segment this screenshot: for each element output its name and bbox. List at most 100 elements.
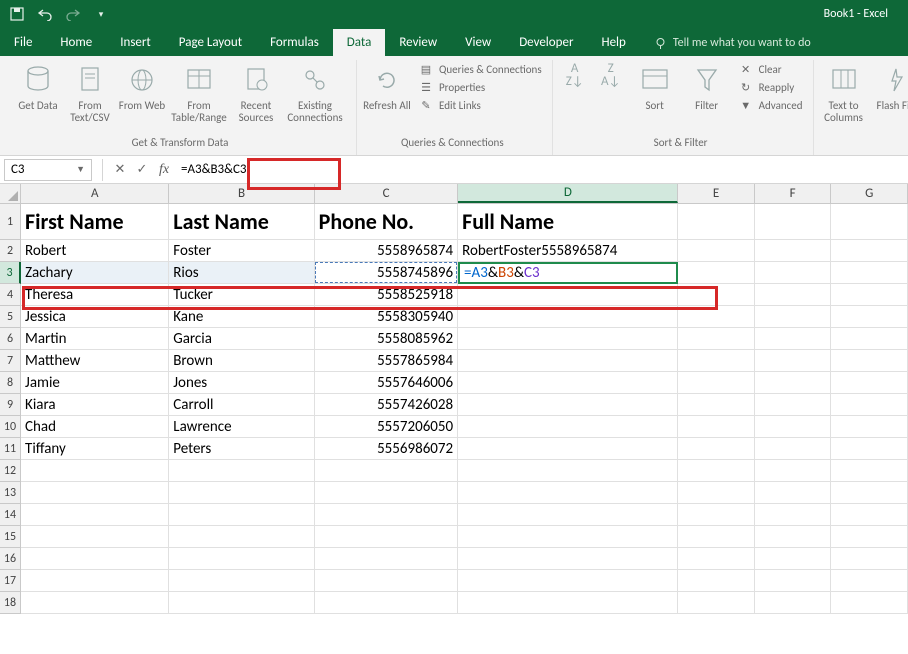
- cell-B12[interactable]: [169, 460, 314, 482]
- row-header-13[interactable]: 13: [0, 482, 21, 504]
- cell-E4[interactable]: [678, 284, 755, 306]
- cell-A3[interactable]: Zachary: [21, 262, 169, 284]
- formula-input[interactable]: [175, 159, 908, 181]
- column-header-G[interactable]: G: [831, 184, 908, 203]
- recent-sources-button[interactable]: Recent Sources: [232, 62, 280, 124]
- cell-F18[interactable]: [755, 592, 832, 614]
- cell-D17[interactable]: [458, 570, 678, 592]
- cell-E10[interactable]: [678, 416, 755, 438]
- cell-B13[interactable]: [169, 482, 314, 504]
- cell-E2[interactable]: [678, 240, 755, 262]
- cell-F3[interactable]: [755, 262, 832, 284]
- cell-B6[interactable]: Garcia: [169, 328, 314, 350]
- qat-customize-icon[interactable]: ▾: [92, 5, 110, 23]
- cell-G7[interactable]: [831, 350, 908, 372]
- cell-F14[interactable]: [755, 504, 832, 526]
- cell-D11[interactable]: [458, 438, 678, 460]
- edit-links-button[interactable]: ✎Edit Links: [419, 98, 542, 112]
- cell-G5[interactable]: [831, 306, 908, 328]
- cell-E3[interactable]: [678, 262, 755, 284]
- cell-C2[interactable]: 5558965874: [315, 240, 458, 262]
- cell-E16[interactable]: [678, 548, 755, 570]
- row-header-5[interactable]: 5: [0, 306, 21, 328]
- cell-B2[interactable]: Foster: [169, 240, 314, 262]
- cell-D6[interactable]: [458, 328, 678, 350]
- cell-G15[interactable]: [831, 526, 908, 548]
- row-header-18[interactable]: 18: [0, 592, 21, 614]
- cell-C3[interactable]: 5558745896: [315, 262, 458, 284]
- header-cell-B[interactable]: Last Name: [169, 204, 314, 240]
- cell-A5[interactable]: Jessica: [21, 306, 169, 328]
- cell-F7[interactable]: [755, 350, 832, 372]
- cell-B17[interactable]: [169, 570, 314, 592]
- tell-me-search[interactable]: Tell me what you want to do: [640, 30, 825, 56]
- cell-B18[interactable]: [169, 592, 314, 614]
- cell-G8[interactable]: [831, 372, 908, 394]
- cell-B16[interactable]: [169, 548, 314, 570]
- text-to-columns-button[interactable]: Text to Columns: [820, 62, 868, 124]
- reapply-button[interactable]: ↻Reapply: [739, 80, 803, 94]
- cell-A13[interactable]: [21, 482, 169, 504]
- cell-C16[interactable]: [315, 548, 458, 570]
- cell-G10[interactable]: [831, 416, 908, 438]
- cell-G16[interactable]: [831, 548, 908, 570]
- cell-C14[interactable]: [315, 504, 458, 526]
- flash-fill-button[interactable]: Flash Fill: [872, 62, 908, 112]
- row-header-11[interactable]: 11: [0, 438, 21, 460]
- row-header-14[interactable]: 14: [0, 504, 21, 526]
- cell-F2[interactable]: [755, 240, 832, 262]
- cell-B14[interactable]: [169, 504, 314, 526]
- cell-G17[interactable]: [831, 570, 908, 592]
- cell-C13[interactable]: [315, 482, 458, 504]
- cell-C15[interactable]: [315, 526, 458, 548]
- cell-B3[interactable]: Rios: [169, 262, 314, 284]
- cell-A15[interactable]: [21, 526, 169, 548]
- cell-D15[interactable]: [458, 526, 678, 548]
- cell-E11[interactable]: [678, 438, 755, 460]
- tab-review[interactable]: Review: [385, 29, 451, 56]
- cell-E17[interactable]: [678, 570, 755, 592]
- cell-B11[interactable]: Peters: [169, 438, 314, 460]
- cell-E8[interactable]: [678, 372, 755, 394]
- clear-filter-button[interactable]: ✕Clear: [739, 62, 803, 76]
- cell-A8[interactable]: Jamie: [21, 372, 169, 394]
- cell-A16[interactable]: [21, 548, 169, 570]
- cell-G2[interactable]: [831, 240, 908, 262]
- column-header-E[interactable]: E: [678, 184, 755, 203]
- cell-F5[interactable]: [755, 306, 832, 328]
- tab-formulas[interactable]: Formulas: [256, 29, 333, 56]
- queries-connections-button[interactable]: ▤Queries & Connections: [419, 62, 542, 76]
- get-data-button[interactable]: Get Data: [14, 62, 62, 112]
- cell-D10[interactable]: [458, 416, 678, 438]
- cell-D8[interactable]: [458, 372, 678, 394]
- cell-F8[interactable]: [755, 372, 832, 394]
- cell-E13[interactable]: [678, 482, 755, 504]
- cell-A7[interactable]: Matthew: [21, 350, 169, 372]
- cell-B15[interactable]: [169, 526, 314, 548]
- cell-D16[interactable]: [458, 548, 678, 570]
- cell-E12[interactable]: [678, 460, 755, 482]
- spreadsheet-grid[interactable]: ABCDEFG1First NameLast NamePhone No.Full…: [0, 184, 908, 614]
- filter-button[interactable]: Filter: [683, 62, 731, 112]
- cell-A4[interactable]: Theresa: [21, 284, 169, 306]
- cell-G6[interactable]: [831, 328, 908, 350]
- save-icon[interactable]: [8, 5, 26, 23]
- cell-A17[interactable]: [21, 570, 169, 592]
- chevron-down-icon[interactable]: ▼: [76, 164, 85, 175]
- cell-A9[interactable]: Kiara: [21, 394, 169, 416]
- cell-C18[interactable]: [315, 592, 458, 614]
- cell-E7[interactable]: [678, 350, 755, 372]
- cell-C5[interactable]: 5558305940: [315, 306, 458, 328]
- cancel-formula-button[interactable]: ✕: [109, 159, 131, 181]
- cell-F11[interactable]: [755, 438, 832, 460]
- refresh-all-button[interactable]: Refresh All: [363, 62, 411, 112]
- cell-E15[interactable]: [678, 526, 755, 548]
- tab-file[interactable]: File: [0, 29, 46, 56]
- row-header-10[interactable]: 10: [0, 416, 21, 438]
- cell-F15[interactable]: [755, 526, 832, 548]
- cell-A11[interactable]: Tiffany: [21, 438, 169, 460]
- cell-F9[interactable]: [755, 394, 832, 416]
- row-header-17[interactable]: 17: [0, 570, 21, 592]
- cell-D14[interactable]: [458, 504, 678, 526]
- tab-data[interactable]: Data: [333, 29, 386, 56]
